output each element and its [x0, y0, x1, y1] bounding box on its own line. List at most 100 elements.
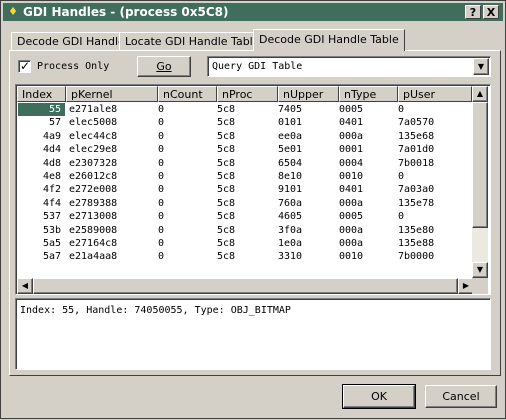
table-cell-nproc: 5c8 — [217, 251, 236, 263]
table-cell-puser: 7a03a0 — [398, 184, 435, 196]
table-cell-index: 57 — [48, 117, 61, 129]
table-cell-nproc: 5c8 — [217, 224, 236, 236]
table-cell-ncount: 0 — [158, 184, 165, 196]
table-row[interactable]: 55 e271ale8 0 5c8 7405 0005 0 — [18, 103, 472, 116]
table-cell-nupper: 6504 — [278, 157, 303, 169]
table-cell-ntype: 0010 — [339, 171, 364, 182]
table-cell-nproc: 5c8 — [217, 171, 236, 182]
table-cell-ncount: 0 — [158, 197, 165, 209]
table-cell-ncount: 0 — [158, 130, 165, 142]
table-cell-nproc: 5c8 — [217, 104, 236, 115]
table-row[interactable]: 4f4 e2789388 0 5c8 760a 000a 135e78 — [18, 197, 472, 210]
horizontal-scrollbar[interactable]: ◀ ▶ — [17, 278, 474, 294]
table-cell-nproc: 5c8 — [217, 117, 236, 129]
table-cell-pkernel: elec29e8 — [69, 144, 118, 156]
table-cell-index: 537 — [42, 211, 61, 223]
gdi-handle-table: Index pKernel nCount nProc nUpper nType … — [15, 84, 491, 295]
table-cell-puser: 135e78 — [398, 197, 435, 209]
column-header-index[interactable]: Index — [17, 86, 66, 102]
handle-details-box[interactable]: Index: 55, Handle: 74050055, Type: OBJ_B… — [15, 298, 491, 370]
scroll-thumb[interactable] — [472, 102, 488, 228]
table-cell-index: 55 — [18, 103, 65, 116]
table-cell-puser: 0 — [398, 211, 405, 223]
table-cell-index: 4e8 — [42, 171, 61, 182]
cancel-button[interactable]: Cancel — [425, 385, 497, 408]
column-header-ncount[interactable]: nCount — [158, 86, 217, 102]
table-cell-index: 53b — [42, 224, 61, 236]
table-cell-nupper: ee0a — [278, 130, 303, 142]
checkmark-icon: ✓ — [20, 59, 31, 73]
table-cell-ntype: 000a — [339, 224, 364, 236]
table-cell-puser: 135e80 — [398, 224, 435, 236]
table-row[interactable]: 53b e2589008 0 5c8 3f0a 000a 135e80 — [18, 224, 472, 237]
table-row[interactable]: 4d4 elec29e8 0 5c8 5e01 0001 7a01d0 — [18, 143, 472, 156]
chevron-down-icon[interactable]: ▼ — [473, 58, 489, 75]
table-cell-ncount: 0 — [158, 238, 165, 249]
query-select-value: Query GDI Table — [212, 61, 303, 72]
process-only-label: Process Only — [37, 61, 110, 72]
table-row[interactable]: 4f2 e272e008 0 5c8 9101 0401 7a03a0 — [18, 183, 472, 196]
table-cell-puser: 135e68 — [398, 130, 435, 142]
process-only-checkbox[interactable]: ✓ — [18, 59, 31, 73]
table-cell-ntype: 000a — [339, 130, 364, 142]
table-cell-ncount: 0 — [158, 144, 165, 156]
table-row[interactable]: 57 elec5008 0 5c8 0101 0401 7a0570 — [18, 116, 472, 129]
table-cell-ncount: 0 — [158, 211, 165, 223]
table-cell-nproc: 5c8 — [217, 211, 236, 223]
table-cell-nproc: 5c8 — [217, 238, 236, 249]
table-cell-index: 4f2 — [42, 184, 61, 196]
table-cell-nupper: 0101 — [278, 117, 303, 129]
table-cell-nupper: 5e01 — [278, 144, 303, 156]
arrow-up-icon[interactable]: ▲ — [472, 86, 488, 102]
table-cell-ncount: 0 — [158, 104, 165, 115]
table-row[interactable]: 4a9 elec44c8 0 5c8 ee0a 000a 135e68 — [18, 130, 472, 143]
table-cell-nupper: 9101 — [278, 184, 303, 196]
table-cell-puser: 135e88 — [398, 238, 435, 249]
arrow-left-icon[interactable]: ◀ — [17, 278, 33, 294]
table-cell-pkernel: e271ale8 — [69, 104, 118, 115]
table-cell-nproc: 5c8 — [217, 157, 236, 169]
column-header-puser[interactable]: pUser — [398, 86, 472, 102]
ok-button[interactable]: OK — [342, 384, 416, 409]
table-cell-puser: 7b0000 — [398, 251, 435, 263]
table-cell-ntype: 0401 — [339, 184, 364, 196]
table-row[interactable]: 5a5 e27164c8 0 5c8 1e0a 000a 135e88 — [18, 237, 472, 250]
table-cell-puser: 7b0018 — [398, 157, 435, 169]
table-cell-ncount: 0 — [158, 171, 165, 182]
table-cell-index: 4d4 — [42, 144, 61, 156]
table-row[interactable]: 537 e2713008 0 5c8 4605 0005 0 — [18, 210, 472, 223]
table-cell-nproc: 5c8 — [217, 144, 236, 156]
handle-details-text: Index: 55, Handle: 74050055, Type: OBJ_B… — [20, 305, 291, 316]
table-cell-pkernel: e27164c8 — [69, 238, 118, 249]
table-cell-pkernel: e21a4aa8 — [69, 251, 118, 263]
vertical-scrollbar[interactable]: ▲ ▼ — [472, 86, 488, 278]
table-cell-nupper: 3310 — [278, 251, 303, 263]
table-cell-ncount: 0 — [158, 117, 165, 129]
table-cell-index: 4d8 — [42, 157, 61, 169]
table-cell-pkernel: e272e008 — [69, 184, 118, 196]
table-row[interactable]: 4e8 e26012c8 0 5c8 8e10 0010 0 — [18, 170, 472, 183]
table-row[interactable]: 4d8 e2307328 0 5c8 6504 0004 7b0018 — [18, 157, 472, 170]
column-header-ntype[interactable]: nType — [339, 86, 398, 102]
table-cell-ncount: 0 — [158, 251, 165, 263]
dialog-window: ♦ GDI Handles - (process 0x5C8) ? X Deco… — [0, 0, 506, 419]
column-header-pkernel[interactable]: pKernel — [66, 86, 158, 102]
arrow-down-icon[interactable]: ▼ — [472, 262, 488, 278]
query-select[interactable]: Query GDI Table ▼ — [207, 56, 491, 77]
table-cell-pkernel: e26012c8 — [69, 171, 118, 182]
table-cell-puser: 7a0570 — [398, 117, 435, 129]
panel-content: ✓ Process Only Go Query GDI Table ▼ Inde… — [1, 1, 506, 420]
column-header-nupper[interactable]: nUpper — [278, 86, 339, 102]
table-cell-ncount: 0 — [158, 157, 165, 169]
table-cell-nproc: 5c8 — [217, 184, 236, 196]
go-button[interactable]: Go — [137, 56, 191, 77]
table-cell-puser: 7a01d0 — [398, 144, 435, 156]
table-cell-pkernel: e2589008 — [69, 224, 118, 236]
table-cell-pkernel: elec44c8 — [69, 130, 118, 142]
scroll-corner — [472, 278, 488, 294]
column-header-nproc[interactable]: nProc — [217, 86, 278, 102]
table-row[interactable]: 5a7 e21a4aa8 0 5c8 3310 0010 7b0000 — [18, 250, 472, 263]
horizontal-scroll-thumb[interactable] — [33, 278, 458, 294]
table-cell-nupper: 760a — [278, 197, 303, 209]
table-cell-nproc: 5c8 — [217, 197, 236, 209]
